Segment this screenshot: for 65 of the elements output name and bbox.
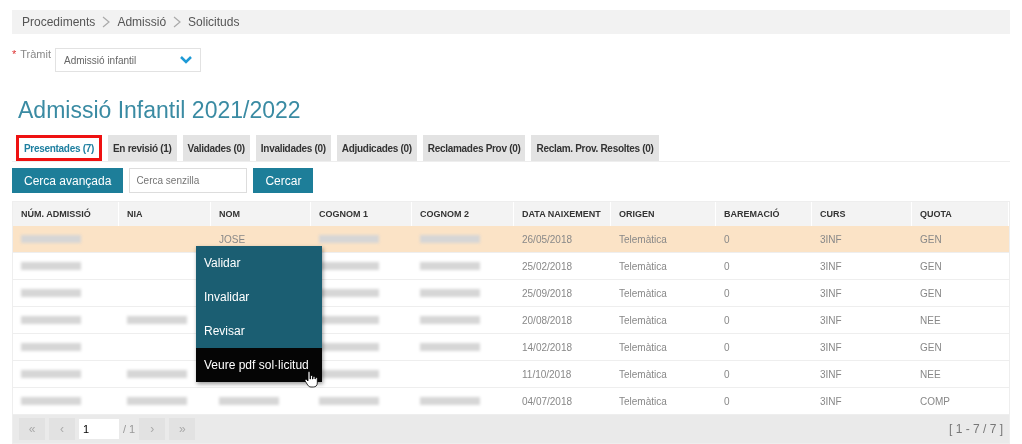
tramit-select[interactable]: Admissió infantil (55, 48, 202, 72)
table-cell: 26/05/2018 (514, 226, 611, 253)
chevron-icon (101, 16, 112, 28)
tab[interactable]: Reclamades Prov (0) (422, 135, 526, 161)
column-header: CURS (812, 202, 912, 226)
blurred-text (319, 397, 379, 405)
chevron-down-icon (180, 56, 193, 64)
tab[interactable]: Reclam. Prov. Resoltes (0) (531, 135, 659, 161)
search-button[interactable]: Cercar (253, 168, 314, 193)
menu-item[interactable]: Invalidar (196, 280, 322, 314)
column-header: NOM (211, 202, 311, 226)
search-field[interactable]: Cerca senzilla (129, 168, 248, 193)
tab[interactable]: En revisió (1) (108, 135, 177, 161)
page-title: Admissió Infantil 2021/2022 (18, 96, 302, 124)
blurred-text (21, 397, 81, 405)
blurred-text (319, 343, 379, 351)
column-header: NÚM. ADMISSIÓ (13, 202, 119, 226)
breadcrumb-link[interactable]: Solicituds (188, 15, 240, 29)
blurred-text (420, 316, 480, 324)
column-header: COGNOM 1 (311, 202, 412, 226)
tab[interactable]: Presentades (7) (16, 135, 102, 161)
blurred-text (420, 397, 480, 405)
menu-item[interactable]: Revisar (196, 314, 322, 348)
blurred-text (21, 262, 81, 270)
table-cell: 0 (716, 226, 812, 253)
blurred-text (319, 370, 379, 378)
blurred-text (127, 316, 187, 324)
blurred-text (420, 289, 480, 297)
blurred-text (319, 235, 379, 243)
column-header: ORIGEN (611, 202, 716, 226)
tab[interactable]: Validades (0) (182, 135, 250, 161)
blurred-text (21, 370, 81, 378)
chevron-icon (172, 16, 183, 28)
page-total: / 1 (123, 423, 136, 435)
tab[interactable]: Invalidades (0) (255, 135, 331, 161)
blurred-text (21, 235, 81, 243)
record-range: [ 1 - 7 / 7 ] (948, 422, 1003, 436)
column-header: COGNOM 2 (412, 202, 514, 226)
breadcrumb-link[interactable]: Admissió (117, 15, 167, 29)
blurred-text (21, 316, 81, 324)
table-cell: Telemàtica (611, 226, 716, 253)
blurred-text (420, 262, 480, 270)
table-cell: GEN (912, 226, 1009, 253)
blurred-text (127, 397, 187, 405)
column-header: QUOTA (912, 202, 1009, 226)
blurred-text (319, 316, 379, 324)
required-mark: * (12, 48, 17, 60)
field-label: Tràmit (20, 48, 52, 60)
tab[interactable]: Adjudicades (0) (336, 135, 417, 161)
blurred-text (319, 289, 379, 297)
page-field[interactable]: 1 (79, 419, 119, 439)
blurred-text (127, 370, 187, 378)
blurred-text (21, 289, 81, 297)
column-header: BAREMACIÓ (716, 202, 812, 226)
blurred-text (420, 343, 480, 351)
blurred-text (319, 262, 379, 270)
column-header: DATA NAIXEMENT (514, 202, 611, 226)
table-cell: 3INF (812, 226, 912, 253)
column-header: NIA (119, 202, 211, 226)
blurred-text (420, 235, 480, 243)
blurred-text (21, 343, 81, 351)
breadcrumb-link[interactable]: Procediments (22, 15, 96, 29)
blurred-text (219, 397, 279, 405)
menu-item[interactable]: Validar (196, 246, 322, 280)
advanced-search-button[interactable]: Cerca avançada (12, 168, 124, 193)
